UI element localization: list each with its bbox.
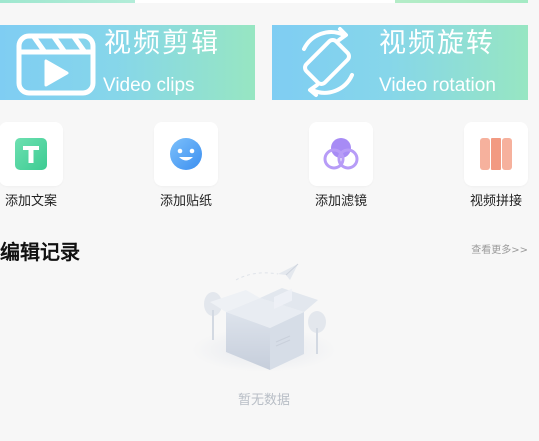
tool-label: 添加文案 — [4, 194, 57, 209]
smiley-sticker-icon — [170, 138, 202, 170]
tool-add-text[interactable]: 添加文案 — [0, 122, 76, 214]
top-strip-right — [395, 0, 528, 3]
tool-add-sticker[interactable]: 添加贴纸 — [141, 122, 231, 214]
empty-state-text: 暂无数据 — [237, 393, 290, 408]
tool-icon-box — [0, 122, 63, 186]
banner-title: 视频剪辑 — [104, 28, 220, 59]
video-rotation-banner[interactable]: 视频旋转 Video rotation — [272, 25, 528, 100]
view-more-link[interactable]: 查看更多>> — [471, 244, 528, 258]
empty-box-icon — [192, 263, 336, 372]
tool-label: 视频拼接 — [469, 194, 522, 209]
tool-icon-box — [309, 122, 373, 186]
tool-label: 添加滤镜 — [314, 194, 367, 209]
text-t-icon — [15, 138, 47, 170]
filter-circles-icon — [323, 138, 359, 170]
columns-splice-icon — [480, 138, 512, 170]
top-strip-middle — [135, 0, 395, 3]
clapperboard-play-icon — [16, 33, 96, 96]
banner-title: 视频旋转 — [379, 28, 495, 59]
edit-history-title: 编辑记录 — [0, 240, 80, 264]
top-strip-left — [0, 0, 135, 3]
rotate-icon — [302, 27, 354, 97]
tool-icon-box — [464, 122, 528, 186]
banner-subtitle: Video rotation — [379, 75, 496, 96]
video-clips-banner[interactable]: 视频剪辑 Video clips — [0, 25, 255, 100]
tool-label: 添加贴纸 — [159, 194, 212, 209]
banner-subtitle: Video clips — [103, 75, 195, 96]
tool-icon-box — [154, 122, 218, 186]
tool-video-splice[interactable]: 视频拼接 — [451, 122, 539, 214]
tool-add-filter[interactable]: 添加滤镜 — [296, 122, 386, 214]
